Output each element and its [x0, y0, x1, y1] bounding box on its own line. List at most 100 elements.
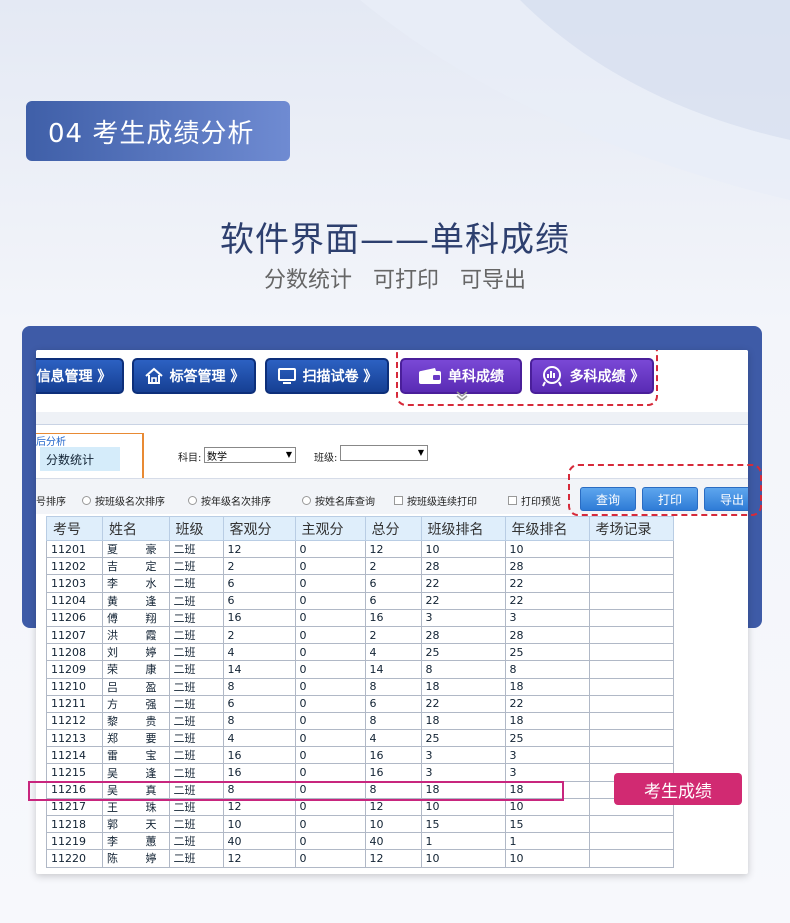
table-row[interactable]: 11214 雷 宝二班 16 0 16 3 3	[46, 746, 674, 765]
table-cell: 二班	[168, 643, 224, 662]
table-cell: 4	[222, 643, 296, 662]
radio-icon	[82, 496, 91, 505]
table-cell: 6	[222, 591, 296, 610]
highlight-score-buttons-box	[396, 350, 658, 406]
table-cell: 吉 定	[102, 557, 170, 576]
column-header-exam-room-record[interactable]: 考场记录	[588, 516, 674, 541]
table-cell: 0	[294, 677, 366, 696]
table-cell: 11208	[46, 643, 103, 662]
table-cell: 3	[504, 608, 590, 627]
table-cell: 0	[294, 557, 366, 576]
table-row[interactable]: 11210 吕 盈二班 8 0 8 18 18	[46, 677, 674, 696]
column-header-name[interactable]: 姓名	[102, 516, 170, 541]
table-cell	[588, 625, 674, 645]
table-row[interactable]: 11219 李 蕙二班 40 0 40 1 1	[46, 832, 674, 851]
table-cell: 2	[364, 557, 422, 576]
column-header-grade-rank[interactable]: 年级排名	[504, 516, 590, 541]
table-row[interactable]: 11207 洪 霞二班 2 0 2 28 28	[46, 625, 674, 645]
table-cell: 0	[294, 763, 366, 782]
table-cell: 0	[294, 643, 366, 662]
table-row[interactable]: 11201 夏 豪二班 12 0 12 10 10	[46, 539, 674, 559]
column-header-exam-number[interactable]: 考号	[46, 516, 103, 541]
table-cell: 李 水	[102, 574, 170, 593]
table-cell: 6	[222, 694, 296, 713]
column-header-class[interactable]: 班级	[168, 516, 224, 541]
table-cell: 二班	[168, 711, 224, 731]
table-cell: 11212	[46, 711, 103, 731]
table-row[interactable]: 11220 陈 婷二班 12 0 12 10 10	[46, 849, 674, 868]
table-cell: 8	[222, 711, 296, 731]
table-cell	[588, 539, 674, 559]
table-cell: 10	[364, 814, 422, 834]
table-cell	[588, 729, 674, 748]
table-cell: 6	[222, 574, 296, 593]
table-cell	[588, 711, 674, 731]
table-cell: 1	[504, 832, 590, 851]
table-cell: 0	[294, 746, 366, 765]
table-cell: 二班	[168, 539, 224, 559]
table-cell: 16	[222, 746, 296, 765]
tab-group-label: 后分析	[36, 437, 66, 448]
table-cell: 11219	[46, 832, 103, 851]
table-row[interactable]: 11204 黄 逢二班 6 0 6 22 22	[46, 591, 674, 610]
table-cell: 11207	[46, 625, 103, 645]
table-cell	[588, 814, 674, 834]
option-print-preview-label: 打印预览	[521, 497, 561, 508]
table-cell: 16	[364, 763, 422, 782]
table-cell: 18	[420, 711, 506, 731]
column-header-objective-score[interactable]: 客观分	[222, 516, 296, 541]
subject-select[interactable]: 数学 ▼	[204, 447, 296, 463]
tab-score-statistics[interactable]: 分数统计	[40, 447, 120, 471]
table-row[interactable]: 11215 吴 逢二班 16 0 16 3 3	[46, 763, 674, 782]
table-row[interactable]: 11212 黎 贵二班 8 0 8 18 18	[46, 711, 674, 731]
option-grade-rank-sort[interactable]: 按年级名次排序	[188, 493, 271, 508]
table-row[interactable]: 11213 郑 要二班 4 0 4 25 25	[46, 729, 674, 748]
table-cell: 10	[222, 814, 296, 834]
table-cell: 10	[504, 539, 590, 559]
answer-key-management-label: 标答管理 》	[169, 369, 245, 385]
table-cell: 6	[364, 591, 422, 610]
checkbox-icon	[508, 496, 517, 505]
table-cell: 吴 逢	[102, 763, 170, 782]
table-cell: 0	[294, 591, 366, 610]
table-row[interactable]: 11211 方 强二班 6 0 6 22 22	[46, 694, 674, 713]
table-cell: 二班	[168, 849, 224, 868]
option-class-rank-sort[interactable]: 按班级名次排序	[82, 493, 165, 508]
option-print-preview[interactable]: 打印预览	[508, 493, 561, 508]
table-cell: 0	[294, 694, 366, 713]
table-row[interactable]: 11209 荣 康二班 14 0 14 8 8	[46, 660, 674, 679]
table-cell: 25	[504, 643, 590, 662]
class-select[interactable]: ▼	[340, 445, 428, 461]
option-grade-rank-sort-label: 按年级名次排序	[201, 497, 271, 508]
option-class-continuous-print[interactable]: 按班级连续打印	[394, 493, 477, 508]
column-header-class-rank[interactable]: 班级排名	[420, 516, 506, 541]
table-row[interactable]: 11202 吉 定二班 2 0 2 28 28	[46, 557, 674, 576]
home-icon	[144, 367, 163, 384]
table-cell: 二班	[168, 574, 224, 593]
answer-key-management-button[interactable]: 标答管理 》	[132, 358, 256, 394]
table-row[interactable]: 11206 傅 翔二班 16 0 16 3 3	[46, 608, 674, 627]
option-name-query[interactable]: 按姓名库查询	[302, 493, 375, 508]
table-cell: 11204	[46, 591, 103, 610]
table-cell: 3	[420, 608, 506, 627]
table-cell	[588, 832, 674, 851]
table-cell: 傅 翔	[102, 608, 170, 627]
table-cell: 雷 宝	[102, 746, 170, 765]
table-cell: 0	[294, 711, 366, 731]
info-management-button[interactable]: 信息管理 》	[36, 358, 124, 394]
table-cell: 11210	[46, 677, 103, 696]
table-cell: 4	[364, 643, 422, 662]
table-cell	[588, 643, 674, 662]
table-cell: 28	[504, 557, 590, 576]
table-row[interactable]: 11208 刘 婷二班 4 0 4 25 25	[46, 643, 674, 662]
table-row[interactable]: 11203 李 水二班 6 0 6 22 22	[46, 574, 674, 593]
table-cell: 18	[504, 677, 590, 696]
table-row[interactable]: 11218 郭 天二班 10 0 10 15 15	[46, 814, 674, 834]
radio-icon	[302, 496, 311, 505]
option-number-sort[interactable]: 号排序	[36, 493, 66, 508]
scan-papers-button[interactable]: 扫描试卷 》	[265, 358, 389, 394]
table-cell: 11203	[46, 574, 103, 593]
column-header-total-score[interactable]: 总分	[364, 516, 422, 541]
column-header-subjective-score[interactable]: 主观分	[294, 516, 366, 541]
table-cell: 14	[364, 660, 422, 679]
